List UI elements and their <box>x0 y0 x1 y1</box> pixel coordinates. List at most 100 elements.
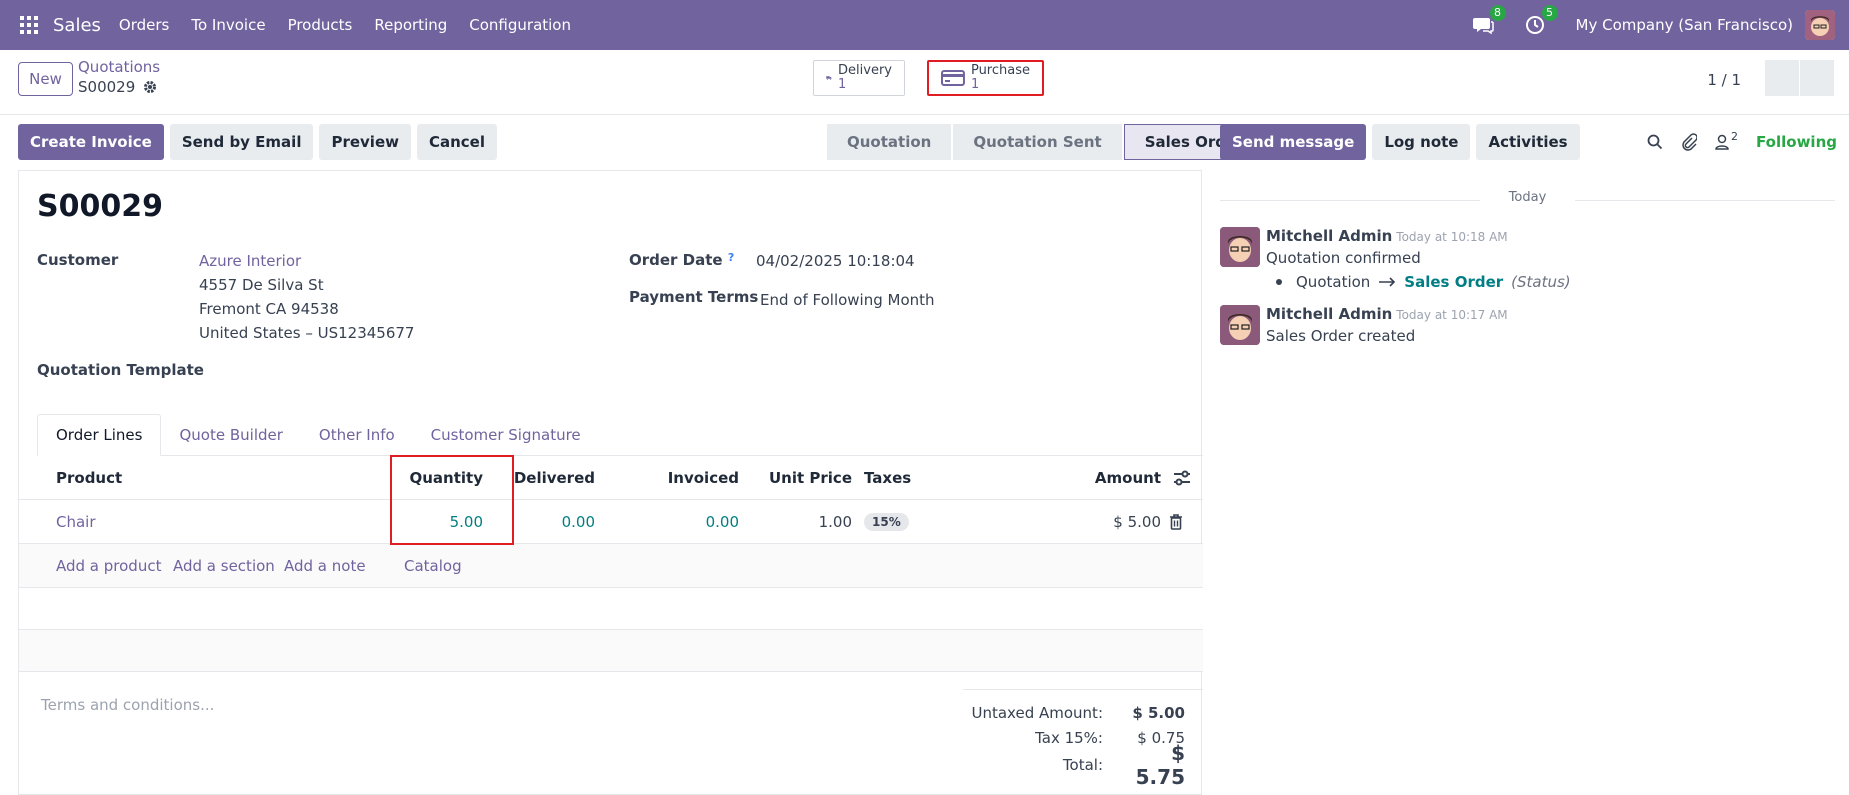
tab-other-info[interactable]: Other Info <box>301 414 413 456</box>
credit-card-icon <box>941 70 965 86</box>
row-delivered[interactable]: 0.00 <box>499 500 595 544</box>
chat-icon <box>1472 18 1494 35</box>
row-unit-price[interactable]: 1.00 <box>749 500 852 544</box>
following-button[interactable]: Following <box>1756 133 1837 151</box>
cancel-button[interactable]: Cancel <box>416 124 497 160</box>
messaging-menu[interactable]: 8 <box>1472 5 1506 36</box>
author-avatar[interactable] <box>1220 305 1260 345</box>
menu-reporting[interactable]: Reporting <box>374 16 447 34</box>
followers-count: 2 <box>1731 130 1739 143</box>
menu-orders[interactable]: Orders <box>119 16 169 34</box>
help-icon[interactable]: ? <box>728 251 734 264</box>
activities-menu[interactable]: 5 <box>1524 5 1558 36</box>
user-icon <box>1715 134 1729 150</box>
menu-products[interactable]: Products <box>288 16 353 34</box>
send-message-button[interactable]: Send message <box>1220 124 1367 160</box>
table-row[interactable]: Chair 5.00 0.00 0.00 1.00 15% $ 5.00 <box>19 500 1203 544</box>
log-note-button[interactable]: Log note <box>1372 124 1471 160</box>
menu-to-invoice[interactable]: To Invoice <box>191 16 265 34</box>
breadcrumb-quotations[interactable]: Quotations <box>78 58 160 76</box>
quotation-template-label: Quotation Template <box>37 361 204 379</box>
preview-button[interactable]: Preview <box>319 124 411 160</box>
paperclip-icon[interactable] <box>1681 133 1698 151</box>
header-taxes[interactable]: Taxes <box>864 456 911 500</box>
user-avatar[interactable] <box>1805 10 1835 40</box>
row-amount: $ 5.00 <box>1113 513 1161 531</box>
header-unit-price[interactable]: Unit Price <box>749 456 852 500</box>
pager-previous-button[interactable] <box>1765 60 1799 96</box>
table-header-row: Product Quantity Delivered Invoiced Unit… <box>19 456 1203 500</box>
messages-badge: 8 <box>1489 5 1506 21</box>
add-product-link[interactable]: Add a product <box>56 557 161 575</box>
purchase-label: Purchase <box>970 63 1030 78</box>
pager-next-button[interactable] <box>1800 60 1834 96</box>
tab-customer-signature[interactable]: Customer Signature <box>413 414 599 456</box>
app-brand[interactable]: Sales <box>53 15 101 36</box>
form-sheet: S00029 Customer Azure Interior 4557 De S… <box>18 170 1203 795</box>
author-avatar[interactable] <box>1220 227 1260 267</box>
message-time: Today at 10:17 AM <box>1396 308 1508 322</box>
order-date-value[interactable]: 04/02/2025 10:18:04 <box>756 249 915 273</box>
record-name: S00029 <box>78 78 136 96</box>
terms-and-conditions-input[interactable]: Terms and conditions... <box>41 696 214 714</box>
change-field-name: (Status) <box>1511 273 1571 291</box>
order-totals: Untaxed Amount: $ 5.00 Tax 15%: $ 0.75 Tot… <box>963 689 1203 789</box>
delivery-count: 1 <box>838 77 847 92</box>
status-bar: Quotation Quotation Sent Sales Order <box>827 124 1267 160</box>
chatter-message: Mitchell Admin Today at 10:17 AM Sales Or… <box>1220 305 1840 355</box>
untaxed-value: $ 5.00 <box>1132 703 1185 722</box>
top-navbar: Sales Orders To Invoice Products Reporti… <box>0 0 1849 50</box>
activities-button[interactable]: Activities <box>1476 124 1580 160</box>
gear-icon[interactable] <box>143 80 157 94</box>
message-author[interactable]: Mitchell Admin Today at 10:18 AM <box>1266 227 1508 245</box>
tracking-change: Quotation Sales Order (Status) <box>1276 273 1571 291</box>
stage-quotation[interactable]: Quotation <box>827 124 952 160</box>
change-old-value: Quotation <box>1296 273 1371 291</box>
header-quantity[interactable]: Quantity <box>393 456 484 500</box>
send-email-button[interactable]: Send by Email <box>169 124 314 160</box>
new-button[interactable]: New <box>18 62 73 96</box>
delivery-smart-button[interactable]: Delivery 1 <box>813 60 905 96</box>
add-section-link[interactable]: Add a section <box>173 557 275 575</box>
message-author[interactable]: Mitchell Admin Today at 10:17 AM <box>1266 305 1508 323</box>
purchase-count: 1 <box>970 77 980 92</box>
untaxed-label: Untaxed Amount: <box>971 703 1104 722</box>
catalog-link[interactable]: Catalog <box>404 557 462 575</box>
add-note-link[interactable]: Add a note <box>284 557 366 575</box>
chatter-tools: 2 Following <box>1647 124 1837 160</box>
row-tax-badge[interactable]: 15% <box>864 513 909 531</box>
clock-icon <box>1525 16 1544 34</box>
header-delivered[interactable]: Delivered <box>499 456 595 500</box>
row-invoiced[interactable]: 0.00 <box>629 500 739 544</box>
chatter-actions: Send message Log note Activities <box>1220 124 1580 160</box>
arrow-right-icon <box>1379 277 1396 287</box>
tax-label: Tax 15%: <box>1035 728 1103 747</box>
header-amount[interactable]: Amount <box>1019 456 1161 500</box>
tab-order-lines[interactable]: Order Lines <box>37 414 162 456</box>
row-product[interactable]: Chair <box>56 500 96 544</box>
message-time: Today at 10:18 AM <box>1396 230 1508 244</box>
date-separator: Today <box>1220 190 1835 205</box>
tab-quote-builder[interactable]: Quote Builder <box>161 414 300 456</box>
row-quantity[interactable]: 5.00 <box>393 500 483 544</box>
search-icon[interactable] <box>1647 134 1663 150</box>
message-body: Sales Order created <box>1266 327 1416 345</box>
customer-name[interactable]: Azure Interior <box>199 249 301 273</box>
create-invoice-button[interactable]: Create Invoice <box>18 124 164 160</box>
header-invoiced[interactable]: Invoiced <box>629 456 739 500</box>
column-settings-icon[interactable] <box>1173 456 1191 500</box>
header-product[interactable]: Product <box>56 456 122 500</box>
payment-terms-value[interactable]: End of Following Month <box>760 288 935 312</box>
payment-terms-label: Payment Terms <box>629 288 759 306</box>
add-line-row: Add a product Add a section Add a note C… <box>19 544 1203 588</box>
apps-menu-icon[interactable] <box>20 16 38 34</box>
company-switcher[interactable]: My Company (San Francisco) <box>1576 16 1793 34</box>
pager-value[interactable]: 1 / 1 <box>1707 71 1741 89</box>
trash-icon[interactable] <box>1169 500 1183 544</box>
purchase-smart-button[interactable]: Purchase 1 <box>927 60 1044 96</box>
customer-address-line2: Fremont CA 94538 <box>199 300 339 318</box>
stage-quotation-sent[interactable]: Quotation Sent <box>953 124 1122 160</box>
customer-address-line3: United States – US12345677 <box>199 324 415 342</box>
menu-configuration[interactable]: Configuration <box>469 16 571 34</box>
followers-button[interactable]: 2 <box>1715 130 1738 150</box>
